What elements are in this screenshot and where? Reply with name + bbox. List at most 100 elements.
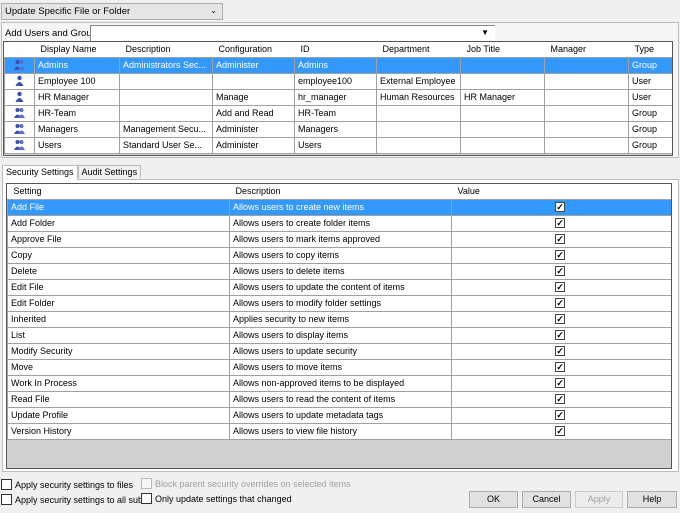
- group-icon: [14, 59, 25, 72]
- cell-config: Administer: [212, 120, 295, 138]
- value-checkbox[interactable]: ✓: [555, 282, 565, 292]
- settings-table: Setting Description Value Add File Allows us…: [6, 183, 672, 469]
- cell-job: HR Manager: [460, 88, 545, 106]
- dropdown-arrow-icon[interactable]: ▼: [481, 28, 489, 37]
- setting-name: Move: [7, 358, 230, 376]
- cell-job: [460, 136, 545, 154]
- value-checkbox[interactable]: ✓: [555, 394, 565, 404]
- setting-value: ✓: [451, 310, 671, 328]
- tab-security-settings[interactable]: Security Settings: [2, 165, 78, 180]
- column-header[interactable]: Configuration: [212, 42, 295, 58]
- column-header[interactable]: Description: [229, 184, 452, 200]
- user-row[interactable]: Users Standard User Se... Administer Users G…: [4, 136, 672, 154]
- setting-row[interactable]: List Allows users to display items ✓: [7, 326, 671, 344]
- cell-dept: Human Resources: [376, 88, 461, 106]
- setting-row[interactable]: Copy Allows users to copy items ✓: [7, 246, 671, 264]
- cell-id: Managers: [294, 120, 377, 138]
- setting-value: ✓: [451, 358, 671, 376]
- setting-value: ✓: [451, 262, 671, 280]
- setting-row[interactable]: Edit File Allows users to update the cont…: [7, 278, 671, 296]
- value-checkbox[interactable]: ✓: [555, 410, 565, 420]
- setting-value: ✓: [451, 406, 671, 424]
- setting-row[interactable]: Edit Folder Allows users to modify folder…: [7, 294, 671, 312]
- setting-value: ✓: [451, 342, 671, 360]
- column-header[interactable]: Manager: [544, 42, 629, 58]
- setting-description: Allows users to update security: [229, 342, 452, 360]
- setting-description: Allows users to create folder items: [229, 214, 452, 232]
- setting-value: ✓: [451, 230, 671, 248]
- column-header[interactable]: Type: [628, 42, 672, 58]
- user-row[interactable]: Employee 100 employee100 External Employee…: [4, 72, 672, 90]
- user-row[interactable]: HR Manager Manage hr_manager Human Resource…: [4, 88, 672, 106]
- column-header[interactable]: Department: [376, 42, 461, 58]
- setting-row[interactable]: Inherited Applies security to new items ✓: [7, 310, 671, 328]
- setting-value: ✓: [451, 214, 671, 232]
- user-row[interactable]: Managers Management Secu... Administer Mana…: [4, 120, 672, 138]
- icon-cell: [4, 72, 35, 90]
- cell-dept: [376, 136, 461, 154]
- setting-name: Work In Process: [7, 374, 230, 392]
- cancel-button[interactable]: Cancel: [522, 491, 571, 508]
- apply-button[interactable]: Apply: [575, 491, 623, 508]
- only-changed-checkbox[interactable]: Only update settings that changed: [141, 493, 292, 504]
- tab-audit-settings[interactable]: Audit Settings: [77, 165, 142, 178]
- setting-row[interactable]: Move Allows users to move items ✓: [7, 358, 671, 376]
- user-row[interactable]: HR-Team Add and Read HR-Team Group: [4, 104, 672, 122]
- value-checkbox[interactable]: ✓: [555, 234, 565, 244]
- value-checkbox[interactable]: ✓: [555, 330, 565, 340]
- setting-value: ✓: [451, 390, 671, 408]
- cell-id: Users: [294, 136, 377, 154]
- icon-cell: [4, 56, 35, 74]
- column-header[interactable]: [4, 42, 35, 58]
- value-checkbox[interactable]: ✓: [555, 314, 565, 324]
- mode-select[interactable]: Update Specific File or Folder ⌄: [1, 3, 223, 20]
- cell-name: HR-Team: [34, 104, 120, 122]
- cell-desc: Administrators Sec...: [119, 56, 213, 74]
- setting-row[interactable]: Read File Allows users to read the conten…: [7, 390, 671, 408]
- setting-row[interactable]: Work In Process Allows non-approved items…: [7, 374, 671, 392]
- setting-value: ✓: [451, 278, 671, 296]
- column-header[interactable]: Description: [119, 42, 213, 58]
- column-header[interactable]: ID: [294, 42, 377, 58]
- value-checkbox[interactable]: ✓: [555, 250, 565, 260]
- value-checkbox[interactable]: ✓: [555, 218, 565, 228]
- ok-button[interactable]: OK: [469, 491, 518, 508]
- apply-to-files-checkbox[interactable]: Apply security settings to files: [1, 479, 133, 490]
- apply-to-sub-checkbox[interactable]: Apply security settings to all sub: [1, 494, 141, 505]
- setting-row[interactable]: Modify Security Allows users to update se…: [7, 342, 671, 360]
- setting-name: Edit Folder: [7, 294, 230, 312]
- setting-row[interactable]: Add File Allows users to create new items…: [7, 198, 671, 216]
- cell-config: [212, 72, 295, 90]
- cell-job: [460, 56, 545, 74]
- cell-desc: Standard User Se...: [119, 136, 213, 154]
- cell-id: employee100: [294, 72, 377, 90]
- setting-description: Allows users to display items: [229, 326, 452, 344]
- setting-description: Allows users to update metadata tags: [229, 406, 452, 424]
- value-checkbox[interactable]: ✓: [555, 426, 565, 436]
- setting-row[interactable]: Version History Allows users to view file…: [7, 422, 671, 440]
- help-button[interactable]: Help: [627, 491, 677, 508]
- cell-type: Group: [628, 136, 672, 154]
- value-checkbox[interactable]: ✓: [555, 202, 565, 212]
- setting-value: ✓: [451, 294, 671, 312]
- setting-row[interactable]: Update Profile Allows users to update met…: [7, 406, 671, 424]
- column-header[interactable]: Setting: [7, 184, 230, 200]
- setting-description: Allows users to read the content of item…: [229, 390, 452, 408]
- value-checkbox[interactable]: ✓: [555, 346, 565, 356]
- cell-manager: [544, 120, 629, 138]
- add-users-combo[interactable]: ▼: [90, 25, 495, 41]
- value-checkbox[interactable]: ✓: [555, 266, 565, 276]
- user-row[interactable]: Admins Administrators Sec... Administer Adm…: [4, 56, 672, 74]
- setting-row[interactable]: Delete Allows users to delete items ✓: [7, 262, 671, 280]
- value-checkbox[interactable]: ✓: [555, 362, 565, 372]
- setting-row[interactable]: Approve File Allows users to mark items a…: [7, 230, 671, 248]
- column-header[interactable]: Display Name: [34, 42, 120, 58]
- icon-cell: [4, 136, 35, 154]
- setting-row[interactable]: Add Folder Allows users to create folder …: [7, 214, 671, 232]
- value-checkbox[interactable]: ✓: [555, 298, 565, 308]
- setting-name: Approve File: [7, 230, 230, 248]
- column-header[interactable]: Job Title: [460, 42, 545, 58]
- value-checkbox[interactable]: ✓: [555, 378, 565, 388]
- column-header[interactable]: Value: [451, 184, 671, 200]
- tab-bar: Security Settings Audit Settings: [2, 165, 142, 180]
